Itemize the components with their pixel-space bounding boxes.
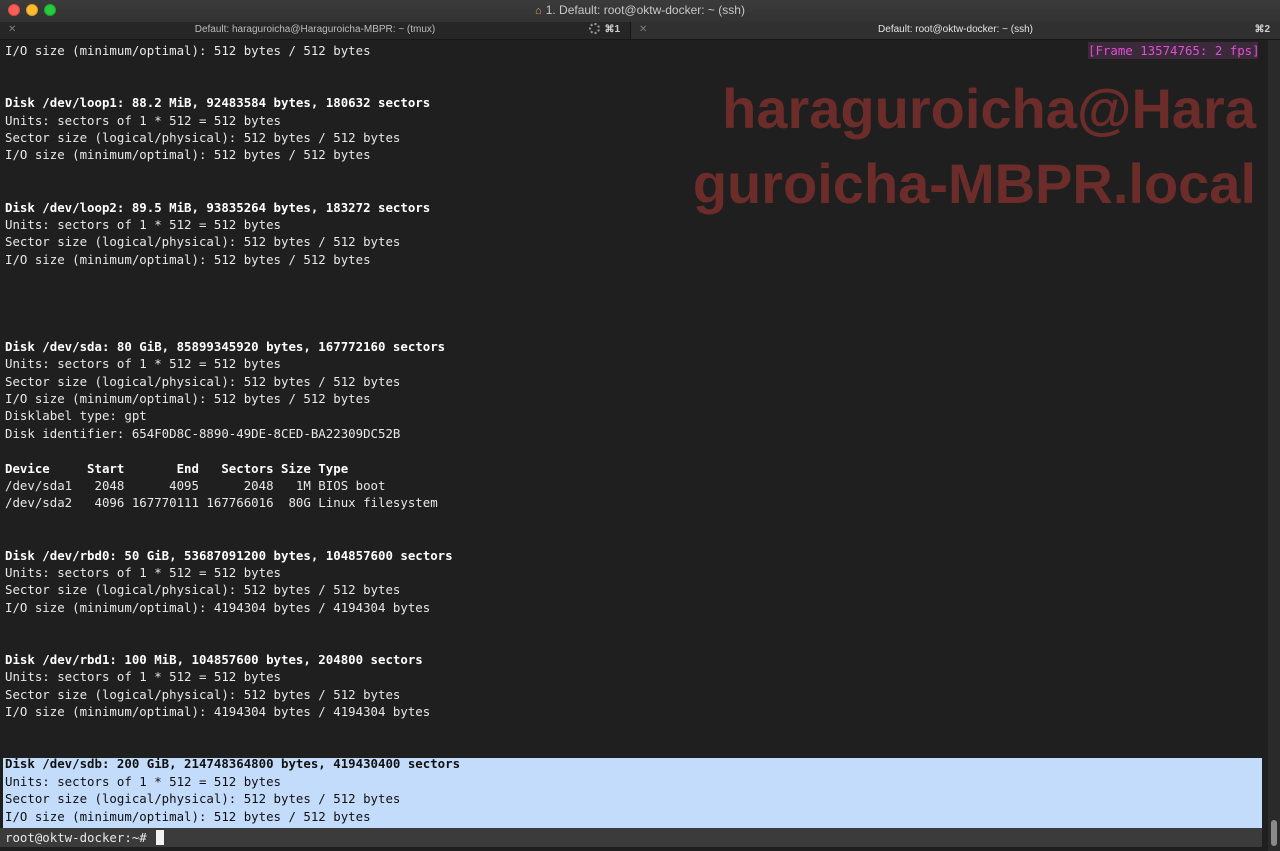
- terminal-line: Disk /dev/loop1: 88.2 MiB, 92483584 byte…: [5, 95, 431, 111]
- terminal-line: /dev/sda1 2048 4095 2048 1M BIOS boot: [5, 478, 386, 493]
- terminal-line: Disk identifier: 654F0D8C-8890-49DE-8CED…: [5, 425, 401, 441]
- tab-ssh[interactable]: ✕ Default: root@oktw-docker: ~ (ssh) ⌘2: [631, 22, 1280, 39]
- scrollbar-thumb[interactable]: [1271, 820, 1277, 846]
- scrollbar[interactable]: [1268, 40, 1280, 851]
- prompt-text: root@oktw-docker:~#: [5, 830, 155, 845]
- title-bar[interactable]: ⌂ 1. Default: root@oktw-docker: ~ (ssh): [0, 0, 1280, 23]
- terminal-line: Disklabel type: gpt: [5, 408, 147, 424]
- spinner-icon: [589, 23, 600, 34]
- prompt-line-background: [0, 828, 1262, 847]
- terminal-line: I/O size (minimum/optimal): 512 bytes / …: [5, 391, 371, 406]
- tab-shortcut: ⌘2: [1254, 24, 1270, 35]
- terminal-line: Sector size (logical/physical): 512 byte…: [5, 373, 401, 389]
- terminal-window: ⌂ 1. Default: root@oktw-docker: ~ (ssh) ✕…: [0, 0, 1280, 851]
- window-title-text: 1. Default: root@oktw-docker: ~ (ssh): [545, 3, 745, 17]
- terminal-line: Units: sectors of 1 * 512 = 512 bytes: [5, 112, 282, 128]
- terminal-line: /dev/sda2 4096 167770111 167766016 80G L…: [5, 495, 438, 511]
- terminal-line: Sector size (logical/physical): 512 byte…: [5, 791, 401, 807]
- tab-bar: ✕ Default: haraguroicha@Haraguroicha-MBP…: [0, 22, 1280, 40]
- window-title: ⌂ 1. Default: root@oktw-docker: ~ (ssh): [0, 3, 1280, 17]
- terminal-line: Disk /dev/loop2: 89.5 MiB, 93835264 byte…: [5, 199, 431, 215]
- terminal-line: I/O size (minimum/optimal): 4194304 byte…: [5, 704, 431, 720]
- terminal-line: Disk /dev/rbd0: 50 GiB, 53687091200 byte…: [5, 547, 453, 563]
- badge-watermark-line1: haraguroicha@Hara: [722, 77, 1256, 140]
- shell-prompt[interactable]: root@oktw-docker:~#: [5, 829, 165, 846]
- terminal-line: Units: sectors of 1 * 512 = 512 bytes: [5, 773, 282, 789]
- terminal-line: Units: sectors of 1 * 512 = 512 bytes: [5, 669, 282, 685]
- terminal-output[interactable]: haraguroicha@Hara guroicha-MBPR.local I/…: [0, 40, 1268, 851]
- terminal-line: I/O size (minimum/optimal): 512 bytes / …: [5, 43, 371, 58]
- tab-label: Default: root@oktw-docker: ~ (ssh): [878, 24, 1033, 35]
- terminal-line: Units: sectors of 1 * 512 = 512 bytes: [5, 217, 282, 232]
- terminal-line: Disk /dev/rbd1: 100 MiB, 104857600 bytes…: [5, 652, 423, 667]
- badge-watermark-line2: guroicha-MBPR.local: [692, 152, 1256, 215]
- tab-tmux[interactable]: ✕ Default: haraguroicha@Haraguroicha-MBP…: [0, 22, 631, 39]
- terminal-line: Disk /dev/sda: 80 GiB, 85899345920 bytes…: [5, 338, 446, 354]
- terminal-line: Disk /dev/sdb: 200 GiB, 214748364800 byt…: [5, 756, 461, 772]
- terminal-line: Sector size (logical/physical): 512 byte…: [5, 582, 401, 598]
- terminal-line: Sector size (logical/physical): 512 byte…: [5, 130, 401, 145]
- text-cursor: [156, 830, 165, 845]
- frame-rate-badge: [Frame 13574765: 2 fps]: [1088, 42, 1260, 59]
- terminal-line: I/O size (minimum/optimal): 512 bytes / …: [5, 147, 371, 163]
- terminal-line: Sector size (logical/physical): 512 byte…: [5, 686, 401, 702]
- terminal-line: I/O size (minimum/optimal): 512 bytes / …: [5, 251, 371, 267]
- terminal-line: I/O size (minimum/optimal): 512 bytes / …: [5, 808, 371, 824]
- terminal-line: Units: sectors of 1 * 512 = 512 bytes: [5, 565, 282, 580]
- home-icon: ⌂: [535, 5, 542, 17]
- terminal-line: Sector size (logical/physical): 512 byte…: [5, 234, 401, 250]
- terminal-line: Units: sectors of 1 * 512 = 512 bytes: [5, 356, 282, 372]
- tab-label: Default: haraguroicha@Haraguroicha-MBPR:…: [194, 24, 436, 35]
- tab-shortcut: ⌘1: [604, 24, 620, 35]
- terminal-line: Device Start End Sectors Size Type: [5, 460, 349, 476]
- terminal-line: I/O size (minimum/optimal): 4194304 byte…: [5, 599, 431, 615]
